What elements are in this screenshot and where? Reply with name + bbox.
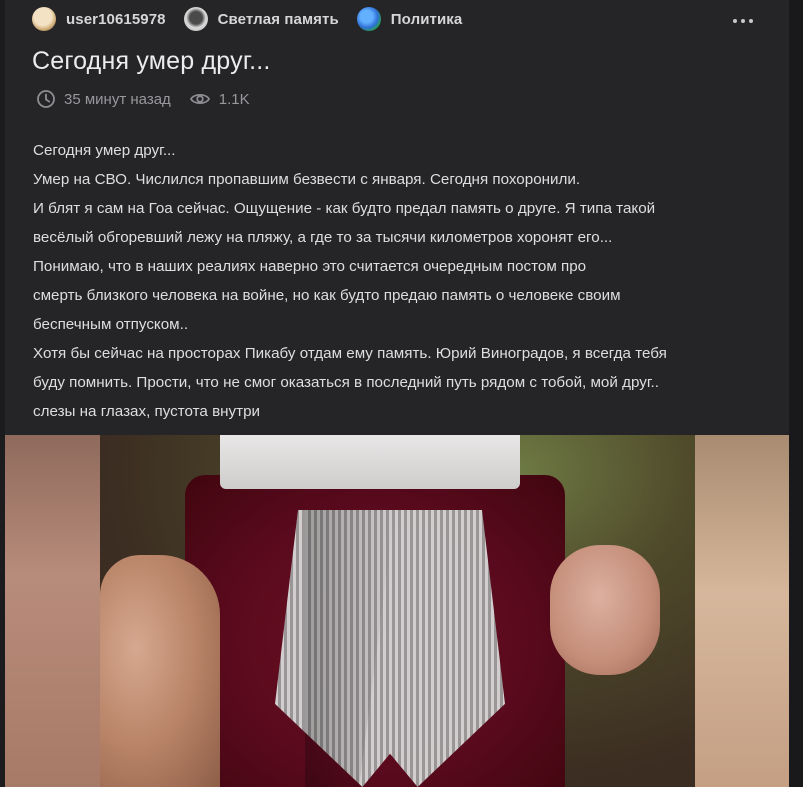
post-body-line: И блят я сам на Гоа сейчас. Ощущение - к…: [33, 200, 656, 217]
community-chip-politics[interactable]: Политика: [356, 7, 463, 31]
community-avatar: [356, 7, 381, 31]
post-body-line: буду помнить. Прости, что не смог оказат…: [33, 374, 659, 391]
community-chip-memory[interactable]: Светлая память: [183, 7, 339, 31]
post-title[interactable]: Сегодня умер друг...: [32, 47, 271, 76]
page-edge: [789, 0, 803, 787]
author-chip[interactable]: user10615978: [32, 7, 166, 31]
medal-case-lid: [220, 435, 520, 489]
post-views-count: 1.1K: [218, 90, 250, 108]
author-name: user10615978: [66, 10, 166, 28]
more-dot: [741, 19, 745, 23]
post-body-line: смерть близкого человека на войне, но ка…: [33, 287, 621, 304]
post-body-line: Хотя бы сейчас на просторах Пикабу отдам…: [33, 345, 667, 362]
more-dot: [733, 19, 737, 23]
hand-thumb: [550, 545, 660, 675]
eye-icon: [189, 89, 211, 109]
post-card: user10615978 Светлая память Политика Сег…: [5, 0, 789, 787]
more-dot: [749, 19, 753, 23]
post-body-line: весёлый обгоревший лежу на пляжу, а где …: [33, 229, 613, 246]
post-body-line: Понимаю, что в наших реалиях наверно это…: [33, 258, 587, 275]
post-views: 1.1K: [189, 89, 250, 109]
clock-icon: [36, 89, 56, 109]
user-avatar: [32, 7, 56, 31]
more-options-button[interactable]: [728, 10, 758, 32]
image-blur-left: [5, 435, 100, 787]
author-row: user10615978 Светлая память Политика: [32, 6, 480, 32]
post-body-line: слезы на глазах, пустота внутри: [33, 403, 261, 420]
image-blur-right: [695, 435, 789, 787]
community-avatar: [183, 7, 208, 31]
post-image[interactable]: [5, 435, 789, 787]
community-name: Светлая память: [217, 10, 339, 28]
post-time-text: 35 минут назад: [64, 90, 171, 108]
post-body: Сегодня умер друг... Умер на СВО. Числил…: [33, 136, 773, 426]
community-name: Политика: [390, 10, 463, 28]
post-body-line: беспечным отпуском..: [33, 316, 189, 333]
post-time: 35 минут назад: [36, 89, 171, 109]
post-meta: 35 минут назад 1.1K: [36, 88, 268, 110]
post-body-line: Умер на СВО. Числился пропавшим безвести…: [33, 171, 581, 188]
hand-fingers: [100, 555, 220, 787]
post-body-line: Сегодня умер друг...: [33, 142, 176, 159]
